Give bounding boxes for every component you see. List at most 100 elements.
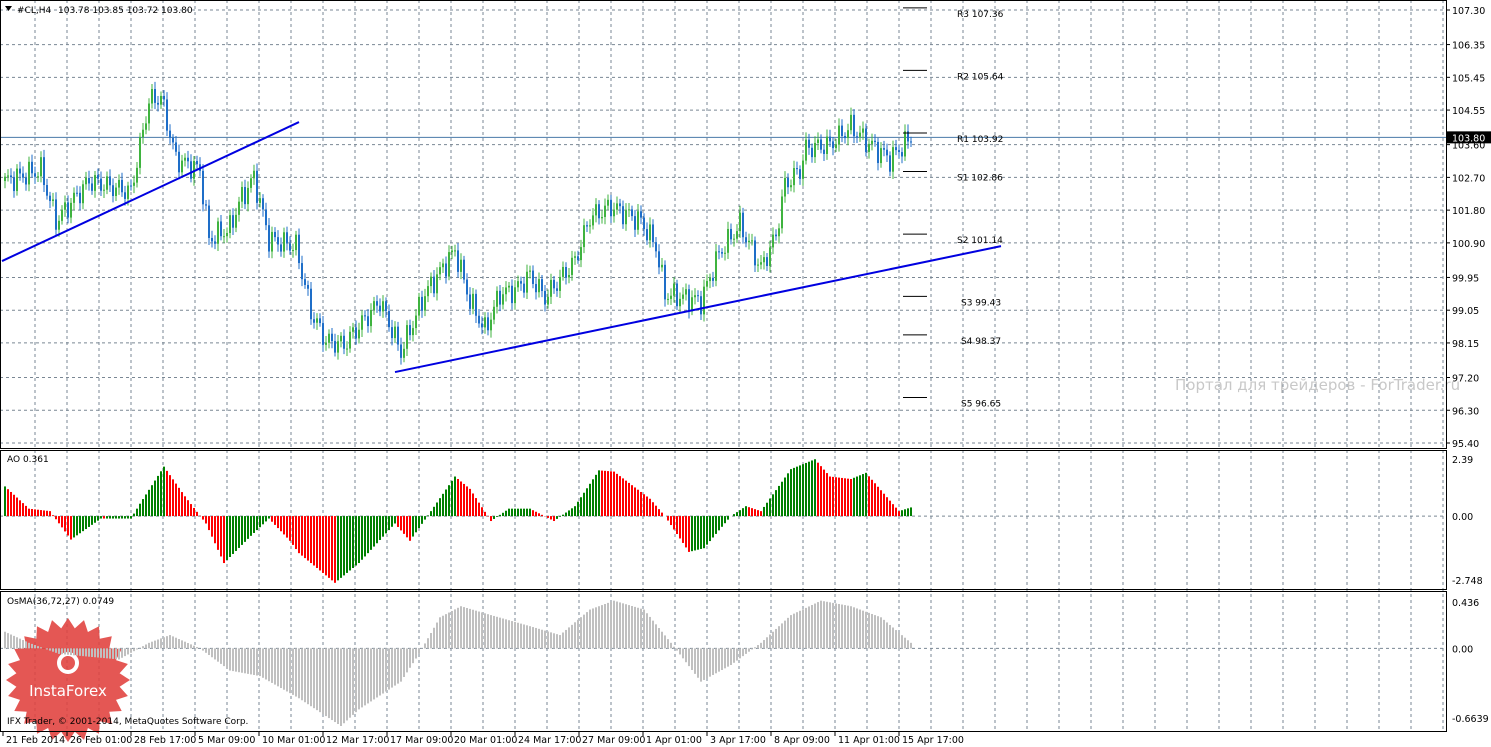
- indicator-tick-label: -0.6639: [1452, 714, 1489, 725]
- candle-body: [118, 179, 120, 188]
- candle-body: [397, 326, 399, 345]
- candle-body: [433, 276, 435, 294]
- candle-body: [379, 305, 381, 312]
- candle-body: [97, 175, 99, 179]
- candle-body: [661, 264, 663, 268]
- price-tick-label: 102.70: [1452, 173, 1485, 184]
- indicator-tick-label: 2.39: [1452, 455, 1473, 466]
- candle-body: [502, 294, 504, 305]
- candle-body: [904, 131, 906, 157]
- candle-body: [781, 196, 783, 229]
- candle-body: [727, 228, 729, 253]
- chart-symbol: #CL,H4: [17, 6, 51, 16]
- candle-body: [298, 234, 300, 264]
- candle-body: [127, 185, 129, 199]
- candle-body: [355, 327, 357, 339]
- candle-body: [169, 130, 171, 138]
- time-label: 17 Mar 09:00: [390, 735, 453, 746]
- candle-body: [55, 199, 57, 230]
- candle-body: [22, 173, 24, 178]
- candle-body: [178, 151, 180, 173]
- candle-body: [238, 201, 240, 215]
- candle-body: [478, 315, 480, 324]
- pivot-label: R2 105.64: [957, 72, 1004, 82]
- candle-body: [517, 281, 519, 288]
- candle-body: [346, 348, 348, 350]
- candle-body: [13, 177, 15, 192]
- candle-body: [247, 187, 249, 205]
- price-tick-label: 100.90: [1452, 239, 1485, 250]
- candle-body: [82, 184, 84, 204]
- candle-body: [625, 210, 627, 225]
- time-axis: 21 Feb 2014 26 Feb 01:00 28 Feb 17:00 5 Mar…: [2, 731, 964, 746]
- candle-body: [760, 262, 762, 265]
- candle-body: [757, 264, 759, 266]
- candle-body: [301, 263, 303, 280]
- trendline: [394, 245, 1002, 374]
- candle-body: [742, 212, 744, 238]
- time-label: 28 Feb 17:00: [134, 735, 196, 746]
- candle-body: [628, 209, 630, 211]
- price-tick-label: 107.30: [1452, 6, 1485, 17]
- candle-body: [370, 309, 372, 327]
- candle-body: [481, 323, 483, 328]
- candle-body: [70, 202, 72, 218]
- pivot-label: S5 96.65: [961, 400, 1001, 410]
- candle-body: [313, 319, 315, 323]
- candle-body: [439, 267, 441, 275]
- candle-body: [610, 199, 612, 217]
- candle-body: [121, 179, 123, 193]
- time-label: 11 Apr 01:00: [838, 735, 900, 746]
- candle-body: [73, 192, 75, 203]
- candle-body: [4, 176, 6, 182]
- candle-body: [157, 102, 159, 105]
- candle-body: [331, 333, 333, 342]
- candle-body: [514, 287, 516, 304]
- candle-body: [910, 141, 912, 143]
- candle-body: [895, 147, 897, 151]
- candle-body: [658, 251, 660, 268]
- candle-body: [853, 114, 855, 137]
- candle-body: [268, 225, 270, 252]
- candle-body: [709, 277, 711, 282]
- candle-body: [124, 192, 126, 199]
- candle-body: [796, 168, 798, 170]
- candle-body: [100, 178, 102, 191]
- candle-body: [718, 251, 720, 253]
- candle-body: [448, 252, 450, 277]
- candle-body: [205, 204, 207, 206]
- candle-body: [115, 187, 117, 197]
- osma-label: OsMA(36,72,27) 0.0749: [7, 597, 114, 607]
- trading-chart[interactable]: InstaForex Портал для трейдеров - ForTra…: [0, 0, 1491, 747]
- candle-body: [901, 152, 903, 157]
- grid: [0, 0, 1446, 731]
- candle-body: [34, 173, 36, 177]
- candle-body: [361, 315, 363, 330]
- candle-body: [739, 212, 741, 232]
- osma-histogram: [4, 600, 912, 727]
- candle-body: [235, 214, 237, 228]
- time-label: 12 Mar 17:00: [326, 735, 389, 746]
- candle-body: [475, 293, 477, 316]
- candle-body: [679, 298, 681, 307]
- trendlines[interactable]: [1, 121, 1002, 374]
- price-tick-label: 104.55: [1452, 106, 1485, 117]
- price-axis: 107.30106.35105.45104.55103.60102.70101.…: [1446, 6, 1491, 725]
- candle-body: [28, 161, 30, 185]
- candle-body: [223, 236, 225, 238]
- candle-body: [286, 232, 288, 244]
- candle-body: [229, 215, 231, 234]
- candle-body: [469, 294, 471, 309]
- candle-body: [595, 204, 597, 216]
- candle-body: [58, 220, 60, 230]
- candle-body: [241, 186, 243, 202]
- candle-body: [214, 241, 216, 244]
- candle-body: [202, 170, 204, 205]
- candle-body: [667, 298, 669, 300]
- candle-body: [319, 318, 321, 324]
- candle-body: [571, 257, 573, 275]
- candle-body: [409, 325, 411, 336]
- candle-body: [181, 160, 183, 173]
- time-label: 27 Mar 09:00: [582, 735, 645, 746]
- candle-body: [400, 344, 402, 358]
